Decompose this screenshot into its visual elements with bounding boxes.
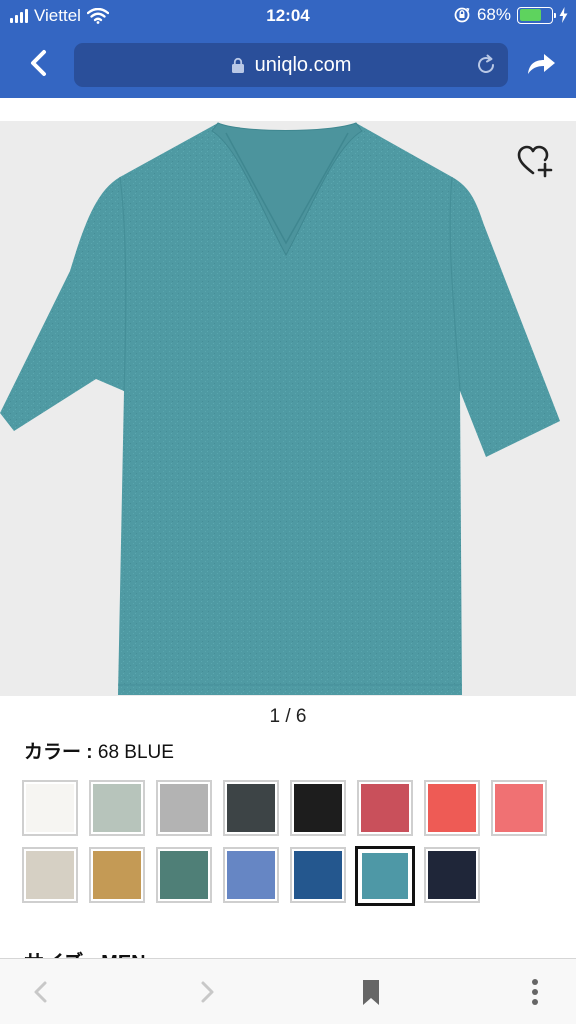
color-swatch-selected[interactable] (355, 846, 415, 906)
swatch-fill (227, 851, 275, 899)
reload-button[interactable] (474, 53, 498, 77)
swatch-fill (428, 784, 476, 832)
status-right-group: 68% (453, 5, 568, 25)
color-swatch[interactable] (22, 847, 78, 903)
swatch-fill (160, 784, 208, 832)
image-pager: 1 / 6 (269, 706, 307, 727)
color-swatch[interactable] (424, 847, 480, 903)
product-image-carousel[interactable] (0, 121, 576, 696)
share-button[interactable] (524, 48, 558, 80)
swatch-fill (160, 851, 208, 899)
swatch-fill (26, 851, 74, 899)
color-swatch[interactable] (89, 780, 145, 836)
charging-bolt-icon (559, 7, 568, 23)
size-label: サイズ : MEN (24, 946, 564, 958)
status-bar: Viettel 12:04 68% (0, 0, 576, 32)
battery-percent: 68% (476, 5, 511, 24)
color-swatch[interactable] (89, 847, 145, 903)
swatch-fill (93, 784, 141, 832)
selected-color-label: カラー : 68 BLUE (24, 737, 174, 764)
battery-level (519, 9, 541, 21)
nav-forward-chevron-icon[interactable] (192, 977, 222, 1007)
more-options-icon[interactable] (520, 977, 550, 1007)
color-swatch[interactable] (357, 780, 413, 836)
swatch-fill (361, 784, 409, 832)
address-bar[interactable]: uniqlo.com (74, 43, 508, 87)
color-swatch[interactable] (22, 780, 78, 836)
color-swatch[interactable] (491, 780, 547, 836)
swatch-fill (227, 784, 275, 832)
address-bar-content: uniqlo.com (74, 43, 508, 87)
swatch-fill (428, 851, 476, 899)
nav-back-chevron-icon[interactable] (26, 977, 56, 1007)
swatch-fill (93, 851, 141, 899)
color-swatch[interactable] (424, 780, 480, 836)
back-button[interactable] (22, 46, 56, 80)
size-section-peek: サイズ : MEN (24, 946, 564, 958)
color-swatch[interactable] (223, 780, 279, 836)
bookmark-icon[interactable] (356, 977, 386, 1007)
color-swatch[interactable] (290, 780, 346, 836)
swatch-fill (362, 853, 408, 899)
swatch-fill (294, 851, 342, 899)
swatch-fill (294, 784, 342, 832)
color-label-value: 68 BLUE (97, 742, 174, 763)
color-swatch[interactable] (156, 780, 212, 836)
browser-top-bar: Viettel 12:04 68% uniqlo.com (0, 0, 576, 98)
url-text: uniqlo.com (254, 53, 352, 76)
battery-icon (517, 6, 556, 24)
color-swatch[interactable] (290, 847, 346, 903)
orientation-lock-icon (454, 7, 470, 23)
color-swatch[interactable] (156, 847, 212, 903)
product-photo-tshirt (0, 122, 560, 695)
browser-nav-row: uniqlo.com (0, 40, 576, 90)
browser-bottom-toolbar (0, 958, 576, 1024)
add-to-wishlist-button[interactable] (516, 143, 554, 181)
color-swatch[interactable] (223, 847, 279, 903)
swatch-fill (495, 784, 543, 832)
color-label-key: カラー : (24, 742, 93, 763)
lock-icon (231, 57, 244, 73)
swatch-fill (26, 784, 74, 832)
